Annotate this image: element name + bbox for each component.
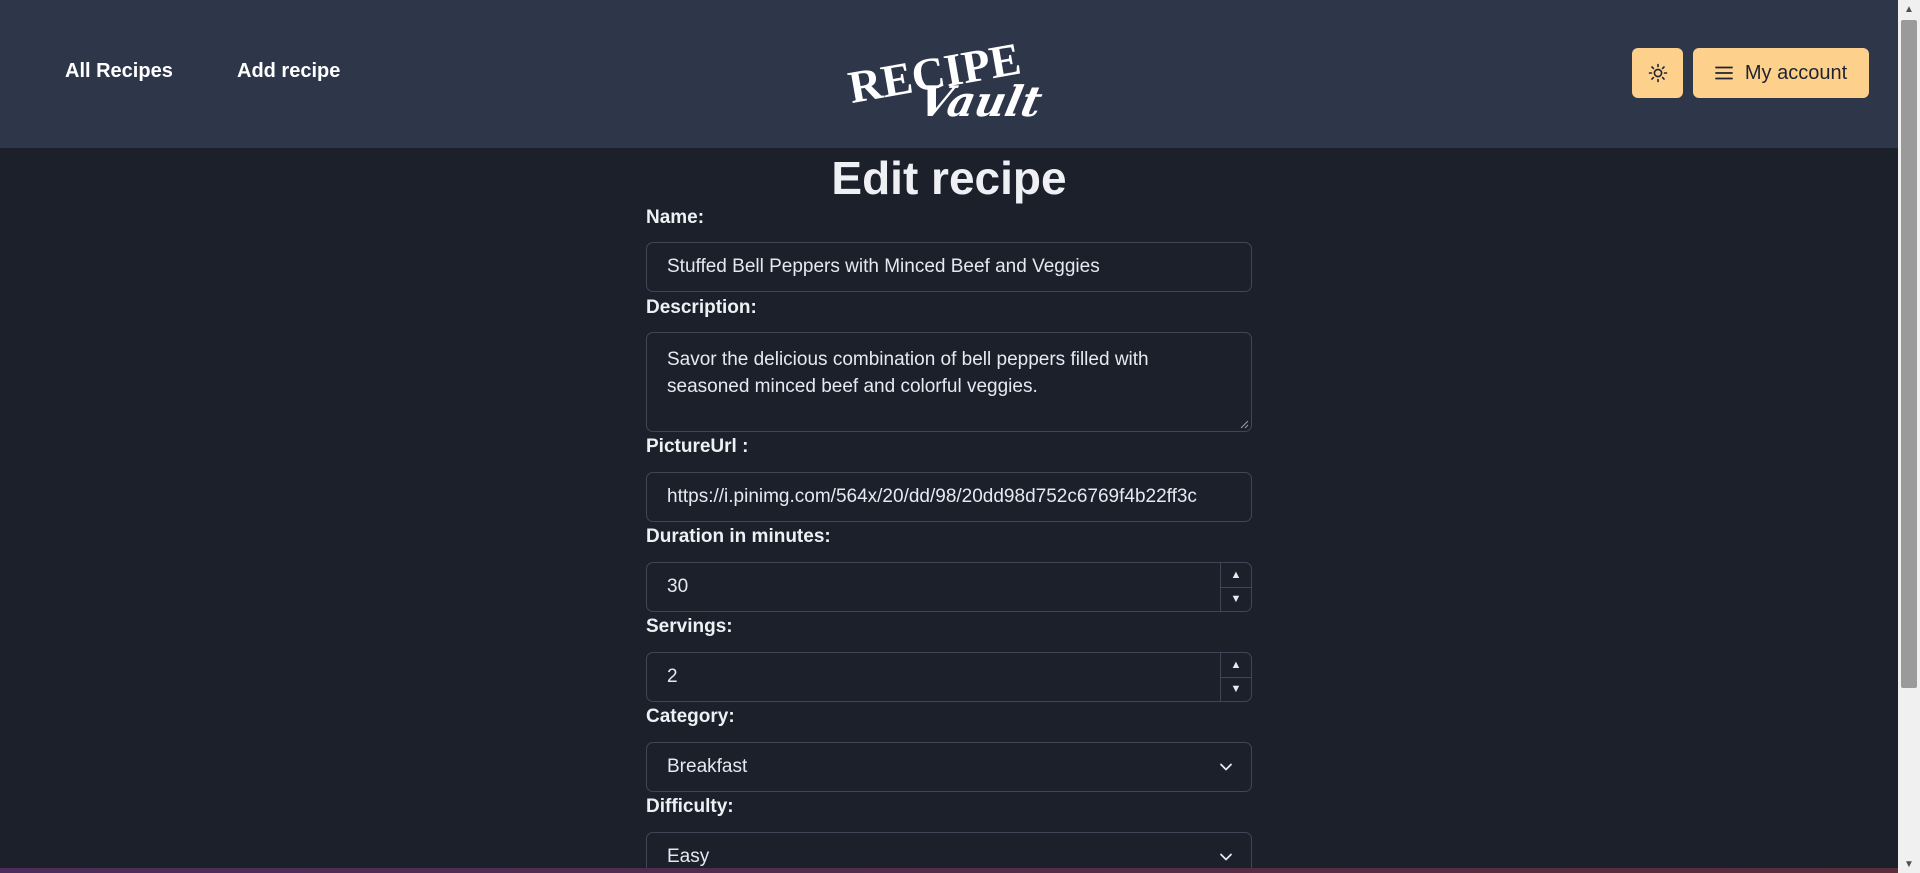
scroll-up-button[interactable]: ▲ bbox=[1898, 0, 1920, 18]
app-viewport: All Recipes Add recipe RECIPE Vault My a… bbox=[0, 0, 1920, 873]
duration-label: Duration in minutes: bbox=[646, 526, 831, 547]
servings-stepper: ▲ ▼ bbox=[1220, 653, 1251, 701]
duration-decrement-button[interactable]: ▼ bbox=[1221, 587, 1251, 611]
theme-toggle-button[interactable] bbox=[1632, 48, 1683, 98]
recipe-vault-logo[interactable]: RECIPE Vault bbox=[838, 24, 1058, 124]
nav-all-recipes-link[interactable]: All Recipes bbox=[65, 60, 173, 83]
servings-decrement-button[interactable]: ▼ bbox=[1221, 677, 1251, 701]
chevron-down-icon bbox=[1220, 853, 1232, 861]
name-input-value: Stuffed Bell Peppers with Minced Beef an… bbox=[667, 256, 1100, 277]
nav-add-recipe-link[interactable]: Add recipe bbox=[237, 60, 340, 83]
scroll-down-button[interactable]: ▼ bbox=[1898, 855, 1920, 873]
chevron-down-icon bbox=[1220, 763, 1232, 771]
sun-icon bbox=[1648, 63, 1667, 83]
duration-stepper: ▲ ▼ bbox=[1220, 563, 1251, 611]
bottom-edge-bar bbox=[0, 868, 1898, 873]
top-navbar: All Recipes Add recipe RECIPE Vault My a… bbox=[0, 0, 1898, 148]
name-input[interactable]: Stuffed Bell Peppers with Minced Beef an… bbox=[646, 242, 1252, 292]
picture-url-input-value: https://i.pinimg.com/564x/20/dd/98/20dd9… bbox=[667, 486, 1197, 507]
triangle-down-icon: ▼ bbox=[1230, 683, 1242, 695]
name-label: Name: bbox=[646, 207, 705, 228]
description-textarea[interactable]: Savor the delicious combination of bell … bbox=[646, 332, 1252, 432]
picture-url-input[interactable]: https://i.pinimg.com/564x/20/dd/98/20dd9… bbox=[646, 472, 1252, 522]
logo-text-vault: Vault bbox=[914, 77, 1047, 124]
triangle-up-icon: ▲ bbox=[1904, 3, 1914, 15]
description-textarea-value: Savor the delicious combination of bell … bbox=[667, 349, 1149, 397]
difficulty-label: Difficulty: bbox=[646, 796, 734, 817]
menu-icon bbox=[1714, 66, 1733, 80]
picture-url-label: PictureUrl : bbox=[646, 436, 749, 457]
category-select-value: Breakfast bbox=[667, 756, 748, 777]
servings-input[interactable]: 2 ▲ ▼ bbox=[646, 652, 1252, 702]
resize-grip-icon[interactable] bbox=[1239, 419, 1249, 429]
difficulty-select[interactable]: Easy bbox=[646, 832, 1252, 873]
servings-label: Servings: bbox=[646, 616, 733, 637]
category-select[interactable]: Breakfast bbox=[646, 742, 1252, 792]
duration-input[interactable]: 30 ▲ ▼ bbox=[646, 562, 1252, 612]
category-label: Category: bbox=[646, 706, 735, 727]
triangle-down-icon: ▼ bbox=[1230, 593, 1242, 605]
page-title: Edit recipe bbox=[831, 152, 1067, 204]
my-account-label: My account bbox=[1744, 61, 1848, 84]
description-label: Description: bbox=[646, 297, 757, 318]
page-scrollbar[interactable]: ▲ ▼ bbox=[1898, 0, 1920, 873]
scrollbar-thumb[interactable] bbox=[1901, 20, 1917, 688]
triangle-down-icon: ▼ bbox=[1904, 858, 1914, 870]
duration-input-value: 30 bbox=[667, 576, 689, 597]
difficulty-select-value: Easy bbox=[667, 846, 710, 867]
my-account-button[interactable]: My account bbox=[1693, 48, 1869, 98]
servings-input-value: 2 bbox=[667, 666, 678, 687]
